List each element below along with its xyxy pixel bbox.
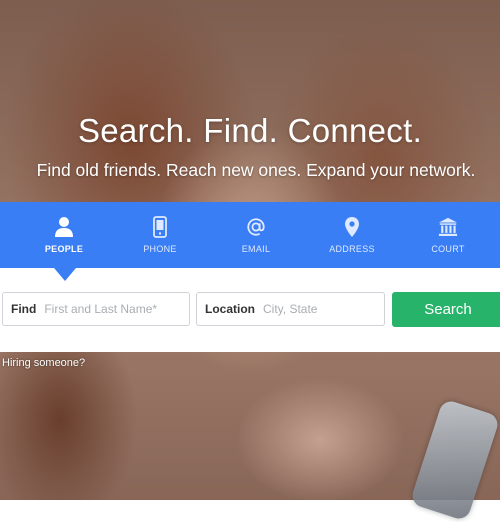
person-icon [55, 217, 73, 237]
tab-email[interactable]: EMAIL [208, 202, 304, 270]
hero-subtitle: Find old friends. Reach new ones. Expand… [36, 160, 476, 180]
at-icon [247, 218, 265, 236]
phone-icon [153, 216, 167, 238]
tab-address-label: ADDRESS [329, 244, 375, 254]
name-input[interactable] [44, 302, 175, 316]
tab-phone-label: PHONE [143, 244, 177, 254]
find-field[interactable]: Find [2, 292, 190, 326]
search-type-tabs: PEOPLE PHONE EMAIL ADDRESS COURT [0, 202, 500, 270]
tab-email-label: EMAIL [241, 244, 271, 254]
tab-court-label: COURT [431, 244, 465, 254]
tab-people-label: PEOPLE [44, 244, 84, 254]
tab-phone[interactable]: PHONE [112, 202, 208, 270]
location-field[interactable]: Location [196, 292, 393, 326]
tab-people[interactable]: PEOPLE [16, 202, 112, 270]
map-pin-icon [345, 217, 359, 237]
location-label: Location [205, 302, 255, 316]
active-tab-pointer [54, 268, 76, 281]
courthouse-icon [438, 217, 458, 236]
location-input[interactable] [263, 302, 393, 316]
hero-title: Search. Find. Connect. [77, 112, 423, 149]
tab-address[interactable]: ADDRESS [304, 202, 400, 270]
search-button[interactable]: Search [392, 292, 500, 327]
tab-court[interactable]: COURT [400, 202, 496, 270]
find-label: Find [11, 302, 37, 316]
hiring-someone-link[interactable]: Hiring someone? [2, 357, 85, 369]
